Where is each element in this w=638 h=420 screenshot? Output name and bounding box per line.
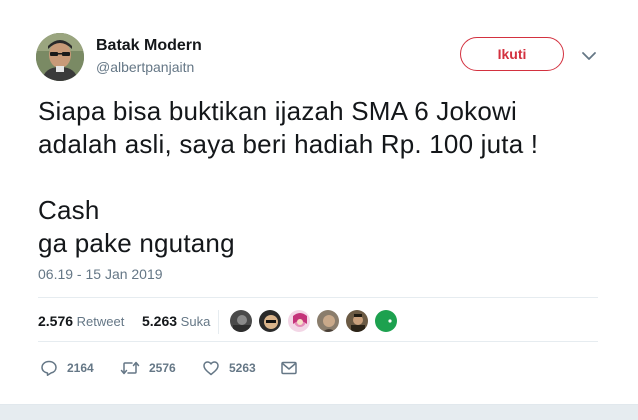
liker-avatar[interactable]: [229, 309, 253, 333]
divider: [38, 297, 598, 298]
like-button[interactable]: 5263: [202, 357, 256, 379]
heart-icon: [203, 361, 219, 376]
like-stat[interactable]: 5.263 Suka: [142, 310, 210, 333]
tweet-header: Batak Modern @albertpanjaitn Ikuti: [36, 33, 616, 81]
tweet-text-line: Siapa bisa buktikan ijazah SMA 6 Jokowi: [38, 96, 517, 126]
tweet-card: Batak Modern @albertpanjaitn Ikuti Siapa…: [0, 0, 638, 404]
author-display-name[interactable]: Batak Modern: [96, 36, 202, 56]
tweet-actions: 2164 2576 5263: [40, 357, 340, 379]
author-names: Batak Modern @albertpanjaitn: [96, 36, 202, 77]
retweet-stat-label: Retweet: [76, 314, 125, 329]
direct-message-button[interactable]: [280, 357, 307, 379]
tweet-text-line: Cash: [38, 195, 100, 225]
retweet-count: 2576: [149, 361, 176, 375]
tweet-text-line: ga pake ngutang: [38, 228, 235, 258]
like-stat-label: Suka: [180, 314, 211, 329]
timeline-background: [0, 404, 638, 420]
reply-button[interactable]: 2164: [40, 357, 94, 379]
reply-icon: [41, 360, 57, 376]
retweet-button[interactable]: 2576: [120, 357, 176, 379]
tweet-text: Siapa bisa buktikan ijazah SMA 6 Jokowi …: [38, 95, 598, 260]
retweet-stat-count: 2.576: [38, 313, 74, 329]
liker-avatar[interactable]: [287, 309, 311, 333]
retweet-stat[interactable]: 2.576 Retweet: [38, 310, 124, 333]
retweet-icon: [120, 361, 140, 375]
follow-button[interactable]: Ikuti: [460, 37, 564, 71]
divider: [38, 341, 598, 342]
chevron-down-icon[interactable]: [581, 49, 597, 63]
liker-avatar[interactable]: [374, 309, 398, 333]
author-handle[interactable]: @albertpanjaitn: [96, 57, 202, 77]
message-icon: [281, 361, 297, 375]
stats-separator: [218, 310, 219, 334]
tweet-stats: 2.576 Retweet 5.263 Suka: [38, 310, 216, 334]
tweet-text-line: adalah asli, saya beri hadiah Rp. 100 ju…: [38, 129, 539, 159]
reply-count: 2164: [67, 361, 94, 375]
tweet-timestamp[interactable]: 06.19 - 15 Jan 2019: [38, 266, 163, 282]
liker-avatar[interactable]: [258, 309, 282, 333]
avatar[interactable]: [36, 33, 84, 81]
liker-avatar[interactable]: [345, 309, 369, 333]
like-count: 5263: [229, 361, 256, 375]
liker-avatar[interactable]: [316, 309, 340, 333]
like-stat-count: 5.263: [142, 313, 178, 329]
